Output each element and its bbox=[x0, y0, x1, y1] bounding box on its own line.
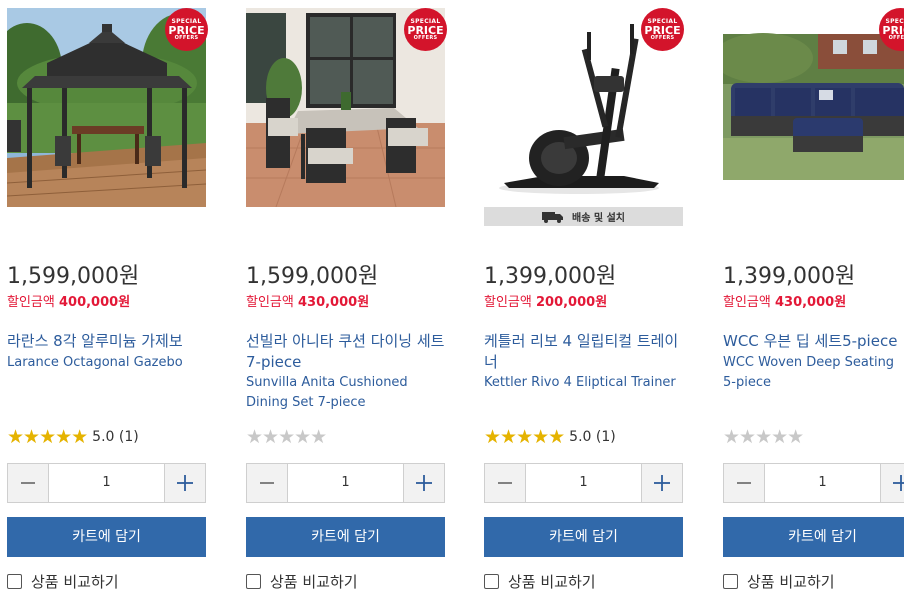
quantity-stepper: 1 bbox=[484, 463, 683, 503]
plus-icon bbox=[893, 475, 904, 491]
discount-amount: 할인금액 430,000원 bbox=[246, 295, 370, 310]
minus-icon bbox=[259, 482, 274, 484]
compare-checkbox[interactable] bbox=[246, 573, 261, 589]
minus-icon bbox=[736, 482, 751, 484]
product-name-english[interactable]: Kettler Rivo 4 Eliptical Trainer bbox=[484, 373, 684, 393]
compare-checkbox[interactable] bbox=[7, 573, 22, 589]
compare-product[interactable]: 상품 비교하기 bbox=[7, 571, 119, 591]
quantity-input[interactable]: 1 bbox=[763, 464, 882, 502]
compare-label: 상품 비교하기 bbox=[270, 572, 358, 591]
compare-product[interactable]: 상품 비교하기 bbox=[484, 571, 596, 591]
plus-icon bbox=[654, 475, 671, 491]
increase-quantity-button[interactable] bbox=[165, 464, 205, 502]
compare-checkbox[interactable] bbox=[484, 573, 499, 589]
product-price: 1,599,000원 bbox=[246, 264, 379, 289]
rating-text: 5.0 (1) bbox=[569, 429, 616, 445]
special-price-badge: SPECIAL PRICE OFFERS bbox=[404, 8, 447, 51]
star-rating-icon: ★★★★★ bbox=[484, 426, 565, 448]
decrease-quantity-button[interactable] bbox=[485, 464, 525, 502]
compare-label: 상품 비교하기 bbox=[508, 572, 596, 591]
discount-amount: 할인금액 200,000원 bbox=[484, 295, 608, 310]
quantity-input[interactable]: 1 bbox=[286, 464, 405, 502]
decrease-quantity-button[interactable] bbox=[724, 464, 764, 502]
product-name-korean[interactable]: 선빌라 아니타 쿠션 다이닝 세트7-piece bbox=[246, 331, 446, 373]
decrease-quantity-button[interactable] bbox=[247, 464, 287, 502]
discount-amount: 할인금액 400,000원 bbox=[7, 295, 131, 310]
product-name-korean[interactable]: 케틀러 리보 4 일립티컬 트레이너 bbox=[484, 331, 684, 373]
plus-icon bbox=[177, 475, 194, 491]
discount-amount: 할인금액 430,000원 bbox=[723, 295, 847, 310]
product-card: 배송 및 설치 SPECIAL PRICE OFFERS 1,399,000원 … bbox=[484, 0, 684, 599]
product-rating[interactable]: ★★★★★ bbox=[723, 426, 804, 448]
star-rating-icon: ★★★★★ bbox=[723, 426, 804, 448]
star-rating-icon: ★★★★★ bbox=[7, 426, 88, 448]
compare-label: 상품 비교하기 bbox=[31, 572, 119, 591]
quantity-input[interactable]: 1 bbox=[47, 464, 166, 502]
minus-icon bbox=[497, 482, 512, 484]
quantity-stepper: 1 bbox=[7, 463, 206, 503]
compare-product[interactable]: 상품 비교하기 bbox=[246, 571, 358, 591]
increase-quantity-button[interactable] bbox=[881, 464, 904, 502]
minus-icon bbox=[20, 482, 35, 484]
quantity-stepper: 1 bbox=[723, 463, 904, 503]
product-name-korean[interactable]: 라란스 8각 알루미늄 가제보 bbox=[7, 331, 207, 352]
delivery-installation-banner: 배송 및 설치 bbox=[484, 207, 683, 226]
delivery-truck-icon bbox=[542, 211, 564, 223]
add-to-cart-button[interactable]: 카트에 담기 bbox=[723, 517, 904, 557]
product-name-korean[interactable]: WCC 우븐 딥 세트5-piece bbox=[723, 331, 904, 352]
rating-text: 5.0 (1) bbox=[92, 429, 139, 445]
add-to-cart-button[interactable]: 카트에 담기 bbox=[484, 517, 683, 557]
product-name-english[interactable]: Sunvilla Anita Cushioned Dining Set 7-pi… bbox=[246, 373, 446, 413]
increase-quantity-button[interactable] bbox=[404, 464, 444, 502]
product-card: SPECIAL PRICE OFFERS 1,399,000원 할인금액 430… bbox=[723, 0, 904, 599]
product-rating[interactable]: ★★★★★ 5.0 (1) bbox=[7, 426, 139, 448]
star-rating-icon: ★★★★★ bbox=[246, 426, 327, 448]
add-to-cart-button[interactable]: 카트에 담기 bbox=[246, 517, 445, 557]
product-rating[interactable]: ★★★★★ 5.0 (1) bbox=[484, 426, 616, 448]
quantity-stepper: 1 bbox=[246, 463, 445, 503]
decrease-quantity-button[interactable] bbox=[8, 464, 48, 502]
compare-label: 상품 비교하기 bbox=[747, 572, 835, 591]
product-card: SPECIAL PRICE OFFERS 1,599,000원 할인금액 430… bbox=[246, 0, 447, 599]
special-price-badge: SPECIAL PRICE OFFERS bbox=[641, 8, 684, 51]
plus-icon bbox=[416, 475, 433, 491]
product-card: SPECIAL PRICE OFFERS 1,599,000원 할인금액 400… bbox=[7, 0, 208, 599]
quantity-input[interactable]: 1 bbox=[524, 464, 643, 502]
special-price-badge: SPECIAL PRICE OFFERS bbox=[165, 8, 208, 51]
increase-quantity-button[interactable] bbox=[642, 464, 682, 502]
product-price: 1,399,000원 bbox=[484, 264, 617, 289]
product-image[interactable] bbox=[723, 8, 904, 207]
compare-product[interactable]: 상품 비교하기 bbox=[723, 571, 835, 591]
product-name-english[interactable]: WCC Woven Deep Seating 5-piece bbox=[723, 353, 904, 393]
product-price: 1,599,000원 bbox=[7, 264, 140, 289]
add-to-cart-button[interactable]: 카트에 담기 bbox=[7, 517, 206, 557]
delivery-caption: 배송 및 설치 bbox=[572, 213, 625, 224]
product-price: 1,399,000원 bbox=[723, 264, 856, 289]
compare-checkbox[interactable] bbox=[723, 573, 738, 589]
product-rating[interactable]: ★★★★★ bbox=[246, 426, 327, 448]
product-name-english[interactable]: Larance Octagonal Gazebo bbox=[7, 353, 207, 373]
